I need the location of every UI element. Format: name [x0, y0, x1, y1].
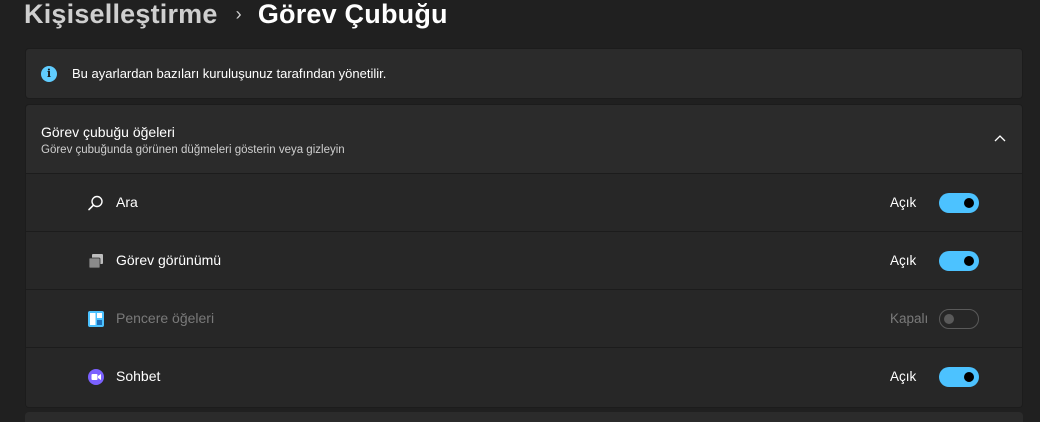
taskbar-items-list: Ara Açık Görev görünümü Açık Pencere öğe…: [26, 174, 1022, 407]
page-title: Görev Çubuğu: [257, 0, 448, 29]
item-label: Pencere öğeleri: [116, 310, 215, 326]
toggle-state-label: Açık: [890, 195, 917, 210]
chat-icon: [87, 368, 105, 386]
group-header[interactable]: Görev çubuğu öğeleri Görev çubuğunda gör…: [26, 105, 1022, 174]
next-settings-card: [25, 412, 1023, 422]
task-view-icon: [87, 252, 105, 270]
taskbar-items-group: Görev çubuğu öğeleri Görev çubuğunda gör…: [25, 104, 1023, 408]
item-label: Görev görünümü: [116, 252, 222, 268]
toggle-state-label: Açık: [890, 369, 917, 384]
breadcrumb-separator: ›: [235, 3, 242, 24]
info-icon: i: [41, 65, 57, 82]
list-item-search: Ara Açık: [26, 174, 1022, 232]
widgets-icon: [87, 310, 105, 328]
item-label: Ara: [116, 194, 138, 210]
breadcrumb-parent[interactable]: Kişiselleştirme: [24, 0, 218, 30]
task-view-toggle[interactable]: [939, 251, 979, 271]
managed-settings-notice: i Bu ayarlardan bazıları kuruluşunuz tar…: [25, 48, 1023, 99]
group-title: Görev çubuğu öğeleri: [41, 124, 175, 140]
toggle-state-label: Kapalı: [890, 311, 929, 326]
list-item-widgets: Pencere öğeleri Kapalı: [26, 290, 1022, 348]
chevron-up-icon[interactable]: [992, 130, 1008, 146]
group-subtitle: Görev çubuğunda görünen düğmeleri göster…: [41, 144, 345, 156]
breadcrumb: Kişiselleştirme › Görev Çubuğu: [24, 0, 448, 34]
search-toggle[interactable]: [939, 193, 979, 213]
item-label: Sohbet: [116, 368, 161, 384]
list-item-task-view: Görev görünümü Açık: [26, 232, 1022, 290]
search-icon: [87, 194, 105, 212]
list-item-chat: Sohbet Açık: [26, 348, 1022, 407]
widgets-toggle[interactable]: [939, 309, 979, 329]
toggle-state-label: Açık: [890, 253, 917, 268]
notice-text: Bu ayarlardan bazıları kuruluşunuz taraf…: [72, 66, 387, 81]
chat-toggle[interactable]: [939, 367, 979, 387]
